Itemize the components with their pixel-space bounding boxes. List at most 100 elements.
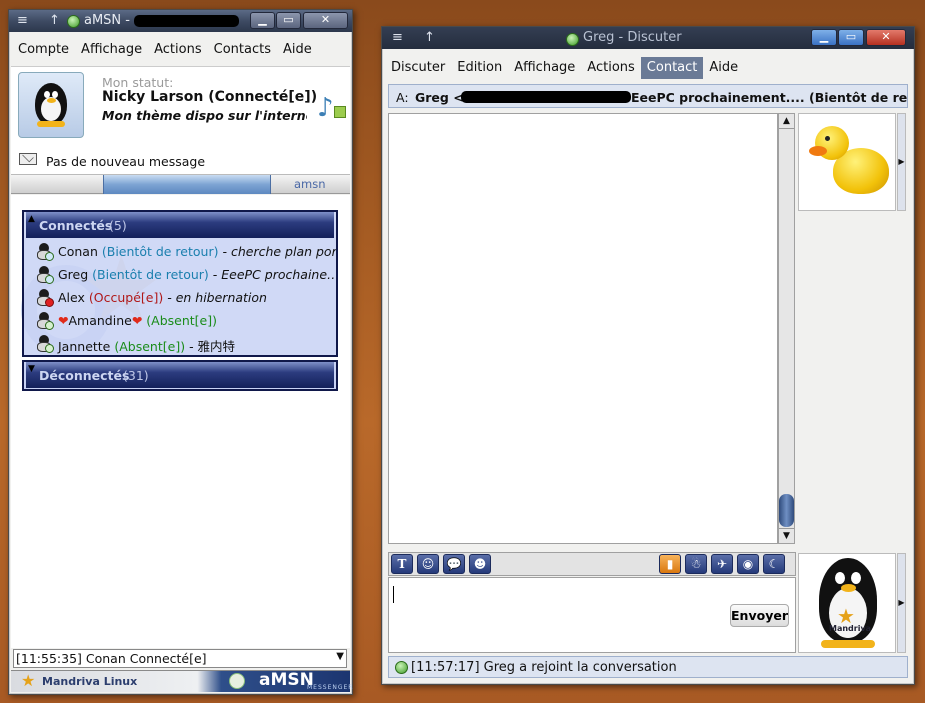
menu-aide[interactable]: Aide [277,39,318,61]
menu-compte[interactable]: Compte [12,39,75,61]
contact-name: Greg [58,267,89,282]
contact-status: (Absent[e]) [114,339,186,354]
window-up-icon[interactable]: ↑ [424,30,435,45]
webcam-button[interactable]: ▮ [659,554,681,574]
online-group: ▲ Connectés (5) Conan (Bientôt de retour… [22,210,338,357]
minimize-button[interactable]: ▁ [250,12,275,29]
menu-discuter[interactable]: Discuter [385,57,451,79]
conversation-scrollbar[interactable]: ▲ ▼ [778,113,795,544]
online-status-icon [395,661,408,674]
menu-actions[interactable]: Actions [148,39,208,61]
offline-group: ▼ Déconnectés (31) [22,360,338,391]
status-name[interactable]: Nicky Larson (Connecté[e]) [102,89,317,105]
contact-greg[interactable]: Greg (Bientôt de retour) - EeePC prochai… [36,265,336,285]
window-up-icon[interactable]: ↑ [49,13,60,28]
chat-window: ≡ ↑ Greg - Discuter ▁ ▭ ✕ Discuter Editi… [381,26,915,685]
contact-absent-icon [36,335,54,353]
menu-contact[interactable]: Contact [640,57,704,79]
heart-icon: ❤ [131,313,143,328]
contact-jannette[interactable]: Jannette (Absent[e]) - 雅内特 [36,334,336,354]
contact-name: Jannette [58,339,111,354]
menu-aide[interactable]: Aide [703,57,744,79]
amsn-window-title: aMSN - [84,13,130,28]
contact-message: - 雅内特 [189,339,236,354]
invite-button[interactable]: ☃ [685,554,707,574]
mail-icon[interactable] [19,150,37,165]
contact-name: Conan [58,244,98,259]
offline-group-count: (31) [123,368,149,383]
menu-affichage[interactable]: Affichage [508,57,581,79]
penguin-avatar-icon [29,81,73,129]
contact-name: Alex [58,290,85,305]
block-button[interactable]: ◉ [737,554,759,574]
footer-mandriva: Mandriva Linux [42,675,138,688]
contact-alex[interactable]: Alex (Occupé[e]) - en hibernation [36,288,336,308]
close-button[interactable]: ✕ [303,12,348,29]
contact-message: - EeePC prochaine… [212,267,336,282]
maximize-button[interactable]: ▭ [276,12,301,29]
duck-avatar-icon [809,122,889,202]
scroll-thumb[interactable] [779,494,794,527]
footer-messenger: MESSENGER [307,684,354,691]
conversation-area[interactable] [388,113,778,544]
menu-contacts[interactable]: Contacts [208,39,277,61]
contact-amandine[interactable]: ❤Amandine❤ (Absent[e]) [36,311,336,331]
event-log-dropdown[interactable]: [11:55:35] Conan Connecté[e] ▼ [13,649,347,668]
voice-clip-button[interactable]: 💬 [443,554,465,574]
close-button[interactable]: ✕ [866,29,906,46]
footer-amsn-logo: aMSN [259,670,314,690]
recipient-message: EeePC prochainement.... (Bientôt de reto… [631,90,908,105]
offline-group-name: Déconnectés [39,368,130,383]
contact-away-icon [36,243,54,261]
send-button[interactable]: Envoyer [730,604,789,627]
music-note-icon[interactable]: ♪ [317,93,334,123]
amsn-logo-icon [566,33,579,46]
contact-away-icon [36,266,54,284]
contact-display-picture[interactable] [798,113,896,211]
own-display-picture[interactable]: ★ Mandriva [798,553,896,653]
collapse-triangle-icon: ▲ [28,214,35,224]
penguin-avatar-icon: ★ Mandriva [811,558,885,650]
message-input[interactable]: Envoyer [388,577,796,653]
banner-brand: amsn [294,177,326,191]
scroll-down-icon[interactable]: ▼ [779,528,794,543]
own-panel-toggle[interactable]: ▶ [897,553,906,653]
window-menu-icon[interactable]: ≡ [392,30,403,45]
recipient-bar: A: Greg < EeePC prochainement.... (Bient… [388,84,908,108]
contact-busy-icon [36,289,54,307]
dropdown-arrow-icon[interactable]: ▼ [336,651,344,662]
chat-titlebar[interactable]: ≡ ↑ Greg - Discuter ▁ ▭ ✕ [382,27,914,49]
mandriva-star-icon: ★ [21,671,36,690]
chat-status-text: [11:57:17] Greg a rejoint la conversatio… [411,660,677,675]
menu-actions[interactable]: Actions [581,57,641,79]
online-group-header[interactable]: ▲ Connectés (5) [26,212,334,238]
amsn-titlebar[interactable]: ≡ ↑ aMSN - ▁ ▭ ✕ [9,10,352,32]
contact-message: - cherche plan port… [222,244,336,259]
contact-list-area: ★ ▲ Connectés (5) Conan (Bientôt de reto… [11,195,350,648]
maximize-button[interactable]: ▭ [838,29,864,46]
banner-progress [103,175,271,194]
smiley-button[interactable]: ☺ [417,554,439,574]
chat-window-title: Greg - Discuter [583,30,682,45]
contact-status: (Bientôt de retour) [101,244,219,259]
menu-affichage[interactable]: Affichage [75,39,148,61]
minimize-button[interactable]: ▁ [811,29,837,46]
status-message[interactable]: Mon thème dispo sur l'internet, c [102,108,307,123]
offline-group-header[interactable]: ▼ Déconnectés (31) [26,362,334,388]
font-style-button[interactable]: T [391,554,413,574]
nudge-button[interactable]: ☻ [469,554,491,574]
profile-area: Mon statut: Nicky Larson (Connecté[e]) M… [11,66,350,174]
side-panel-toggle[interactable]: ▶ [897,113,906,211]
mail-status-text[interactable]: Pas de nouveau message [46,154,205,169]
music-badge-icon [334,106,346,118]
night-mode-button[interactable]: ☾ [763,554,785,574]
window-menu-icon[interactable]: ≡ [17,13,28,28]
display-picture[interactable] [18,72,84,138]
menu-edition[interactable]: Edition [451,57,508,79]
amsn-logo-icon [67,15,80,28]
recipient-label: A: [396,90,409,105]
contact-name: Amandine [68,313,132,328]
send-file-button[interactable]: ✈ [711,554,733,574]
contact-conan[interactable]: Conan (Bientôt de retour) - cherche plan… [36,242,336,262]
scroll-up-icon[interactable]: ▲ [779,114,794,129]
